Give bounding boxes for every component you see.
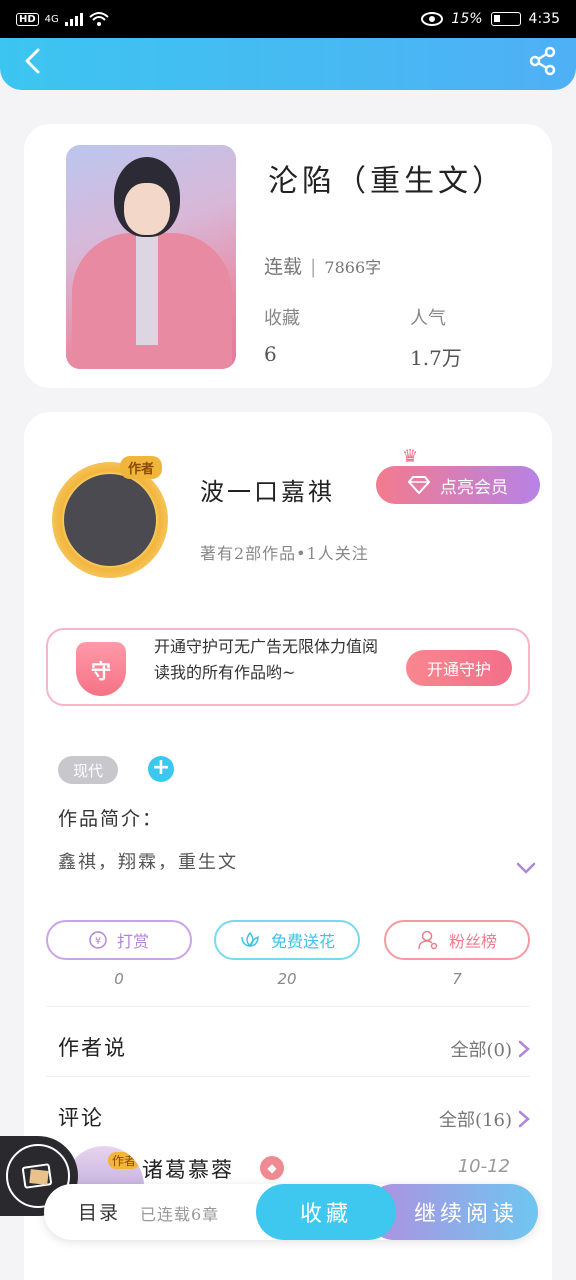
yen-icon: ¥ (89, 931, 107, 949)
author-name[interactable]: 波一口嘉祺 (200, 472, 335, 507)
detail-card: 作者 波一口嘉祺 ♛ 点亮会员 著有2部作品•1人关注 守 开通守护可无广告无限… (24, 412, 552, 1280)
comments-label: 评论 (58, 1106, 104, 1130)
bottom-bar: 目录 已连载6章 继续阅读 收藏 (44, 1184, 538, 1240)
intro-text: 鑫祺，翔霖，重生文 (58, 852, 238, 873)
guard-text: 开通守护可无广告无限体力值阅读我的所有作品哟~ (154, 637, 379, 682)
clock: 4:35 (528, 11, 560, 27)
top-bar (0, 38, 576, 90)
book-cover[interactable] (66, 145, 236, 369)
flower-count: 20 (277, 970, 297, 988)
fans-ranking-label: 粉丝榜 (448, 932, 497, 951)
share-icon[interactable] (528, 46, 558, 76)
author-avatar[interactable]: 作者 (38, 448, 188, 584)
author-tag: 作者 (120, 456, 163, 479)
eye-icon (421, 12, 444, 26)
author-says-link-label: 全部(0) (450, 1040, 513, 1061)
toc-button[interactable]: 目录 (78, 1198, 120, 1225)
tip-label: 打赏 (116, 932, 149, 951)
author-stats: 著有2部作品•1人关注 (200, 544, 369, 563)
intro-label: 作品简介： (58, 808, 164, 830)
comment-date: 10-12 (457, 1156, 510, 1177)
user-icon (418, 930, 438, 950)
comments-link-label: 全部(16) (439, 1110, 512, 1131)
hd-badge: HD (16, 12, 39, 26)
divider (46, 1076, 530, 1077)
chapter-count: 已连载6章 (140, 1205, 220, 1224)
genre-tag[interactable]: 现代 (58, 756, 118, 784)
collect-button[interactable]: 收藏 (256, 1184, 396, 1240)
battery-percent: 15% (451, 11, 483, 27)
fans-count: 7 (452, 970, 462, 988)
signal-icon (64, 12, 83, 26)
commenter-author-tag: 作者 (108, 1152, 141, 1169)
flower-icon (241, 931, 259, 948)
tip-count: 0 (114, 970, 124, 988)
comments-link[interactable]: 全部(16) (439, 1106, 530, 1132)
add-tag-button[interactable]: + (148, 756, 174, 782)
back-icon[interactable] (18, 46, 48, 76)
send-flower-label: 免费送花 (270, 932, 335, 951)
chevron-right-icon (518, 1110, 530, 1128)
favorites-value: 6 (264, 342, 277, 366)
commenter-name[interactable]: 诸葛慕蓉 (142, 1154, 234, 1184)
guard-banner: 守 开通守护可无广告无限体力值阅读我的所有作品哟~ 开通守护 (46, 628, 530, 706)
popularity-value: 1.7万 (410, 346, 462, 370)
book-meta: 连载 | 7866字 (264, 256, 382, 278)
crown-icon: ♛ (402, 446, 419, 467)
author-says-label: 作者说 (58, 1036, 127, 1060)
chevron-right-icon (518, 1040, 530, 1058)
book-title: 沦陷（重生文） (268, 164, 506, 199)
tip-button[interactable]: ¥ 打赏 (46, 920, 192, 960)
vip-button[interactable]: 点亮会员 (376, 466, 540, 504)
fans-ranking-button[interactable]: 粉丝榜 (384, 920, 530, 960)
vip-badge-icon: ◆ (260, 1156, 284, 1180)
status-bar: HD 4G 15% 4:35 (0, 0, 576, 38)
diamond-icon (408, 476, 430, 494)
book-info-card: 沦陷（重生文） 连载 | 7866字 收藏 人气 6 1.7万 (24, 124, 552, 388)
favorites-label: 收藏 (264, 308, 300, 329)
divider (46, 1006, 530, 1007)
vip-button-label: 点亮会员 (440, 477, 508, 498)
guard-button[interactable]: 开通守护 (406, 650, 512, 686)
popularity-label: 人气 (410, 308, 446, 329)
svg-text:¥: ¥ (95, 936, 101, 947)
battery-icon (490, 12, 521, 26)
send-flower-button[interactable]: 免费送花 (214, 920, 360, 960)
continue-reading-label: 继续阅读 (413, 1202, 518, 1227)
chevron-down-icon[interactable] (514, 860, 538, 876)
book-status: 连载 (264, 256, 303, 278)
author-says-link[interactable]: 全部(0) (451, 1036, 531, 1062)
wifi-icon (89, 12, 109, 26)
signal-type: 4G (44, 13, 59, 25)
shield-icon: 守 (76, 642, 126, 696)
word-count: 7866字 (324, 258, 382, 277)
